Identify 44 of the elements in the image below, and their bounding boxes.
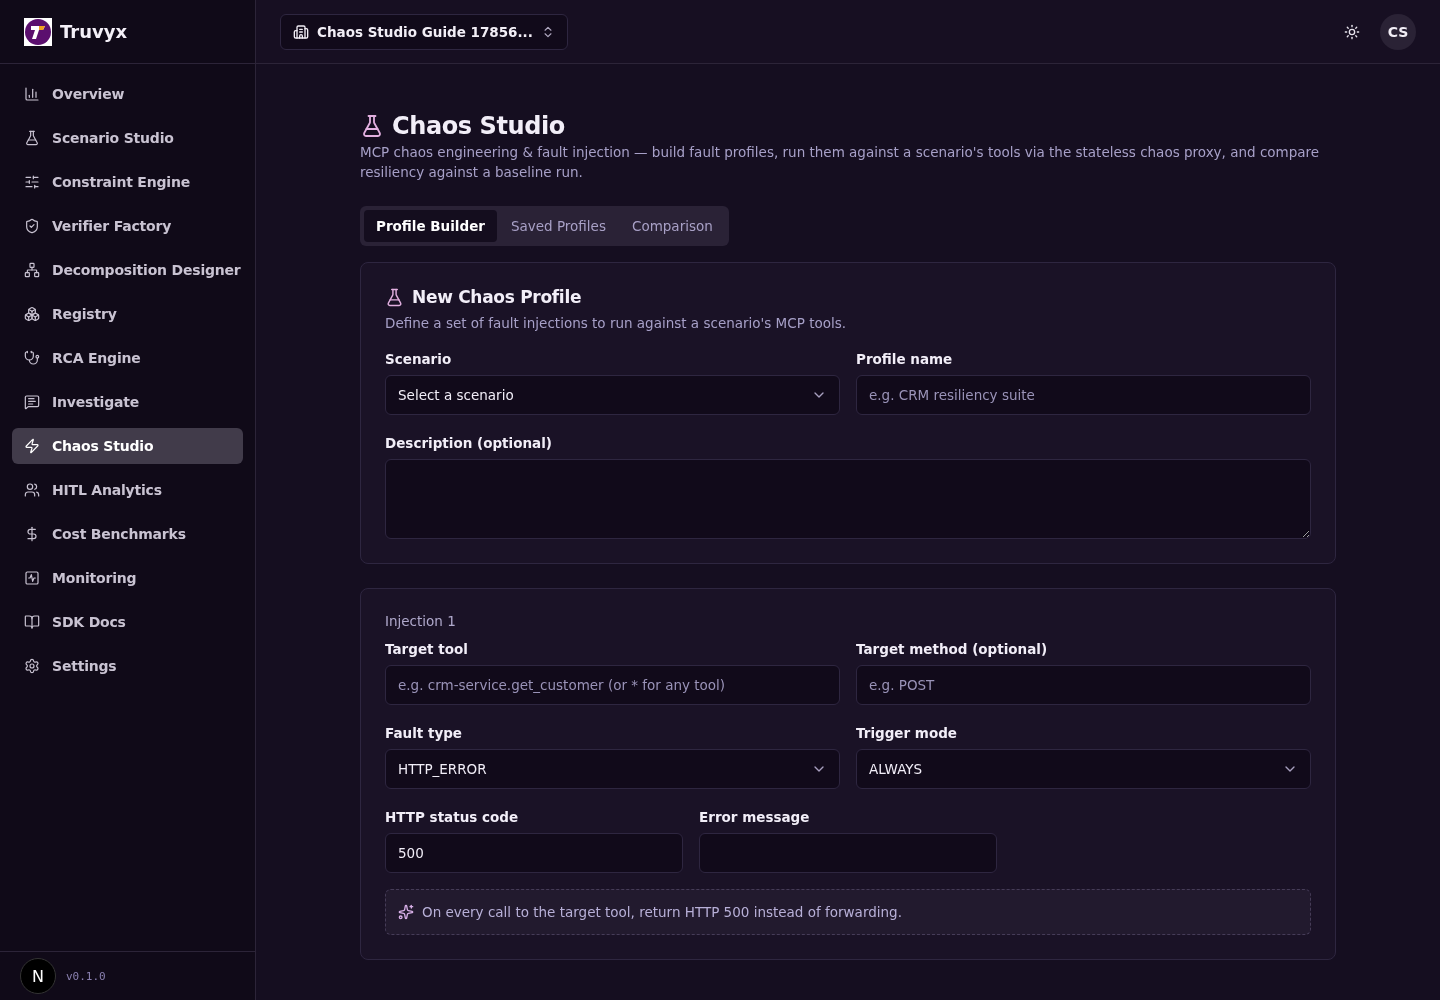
sidebar-item[interactable]: Constraint Engine (12, 164, 243, 200)
dev-badge[interactable]: N (20, 958, 56, 994)
tab[interactable]: Saved Profiles (498, 210, 618, 242)
sidebar-item[interactable]: Registry (12, 296, 243, 332)
card-subtitle: Define a set of fault injections to run against a scenario's MCP tools. (385, 315, 848, 331)
workspace-switcher[interactable]: Chaos Studio Guide 17856... (280, 13, 568, 50)
sidebar-item[interactable]: SDK Docs (12, 604, 243, 640)
hint-text: On every call to the target tool, return HTTP 500 instead of forwarding. (422, 904, 902, 920)
field-label: Target method (optional) (856, 641, 1049, 657)
page-description: MCP chaos engineering & fault injection — build fault profiles, run them against a scenario's tools via the stateless chaos proxy, and compare resiliency against a baseline run. (360, 143, 1320, 182)
sidebar-item[interactable]: HITL Analytics (12, 472, 243, 508)
sidebar-item[interactable]: Overview (12, 76, 243, 112)
select-field[interactable]: HTTP_ERROR (385, 749, 840, 789)
sidebar-item[interactable]: Decomposition Designer (12, 252, 243, 288)
injection-heading: Injection 1 (385, 613, 457, 629)
field-label: HTTP status code (385, 809, 520, 825)
sidebar-item[interactable]: Chaos Studio (12, 428, 243, 464)
select-field[interactable]: Select a scenario (385, 375, 840, 415)
field-label: Error message (699, 809, 811, 825)
sidebar-item[interactable]: Settings (12, 648, 243, 684)
sidebar-item[interactable]: Cost Benchmarks (12, 516, 243, 552)
user-avatar[interactable]: CS (1380, 13, 1416, 50)
sidebar-item[interactable]: RCA Engine (12, 340, 243, 376)
select-field[interactable]: ALWAYS (856, 749, 1311, 789)
sidebar-item[interactable]: Investigate (12, 384, 243, 420)
field-label: Target tool (385, 641, 469, 657)
tab[interactable]: Profile Builder (364, 210, 497, 242)
input-field[interactable]: e.g. POST (856, 665, 1311, 705)
tab[interactable]: Comparison (619, 210, 725, 242)
sidebar-item[interactable]: Scenario Studio (12, 120, 243, 156)
input-field[interactable]: e.g. CRM resiliency suite (856, 375, 1311, 415)
brand-name: Truvyx (60, 21, 128, 42)
sidebar-item[interactable]: Verifier Factory (12, 208, 243, 244)
page-title: Chaos Studio (392, 112, 565, 140)
field-label: Fault type (385, 725, 463, 741)
input-field[interactable]: e.g. crm-service.get_customer (or * for any tool) (385, 665, 840, 705)
input-field[interactable]: 500 (385, 833, 683, 873)
sidebar-item[interactable]: Monitoring (12, 560, 243, 596)
field-label: Profile name (856, 351, 954, 367)
version-text: v0.1.0 (66, 969, 106, 983)
field-label: Trigger mode (856, 725, 958, 741)
field-label: Scenario (385, 351, 453, 367)
field-label: Description (optional) (385, 435, 553, 451)
card-title: New Chaos Profile (412, 287, 582, 307)
